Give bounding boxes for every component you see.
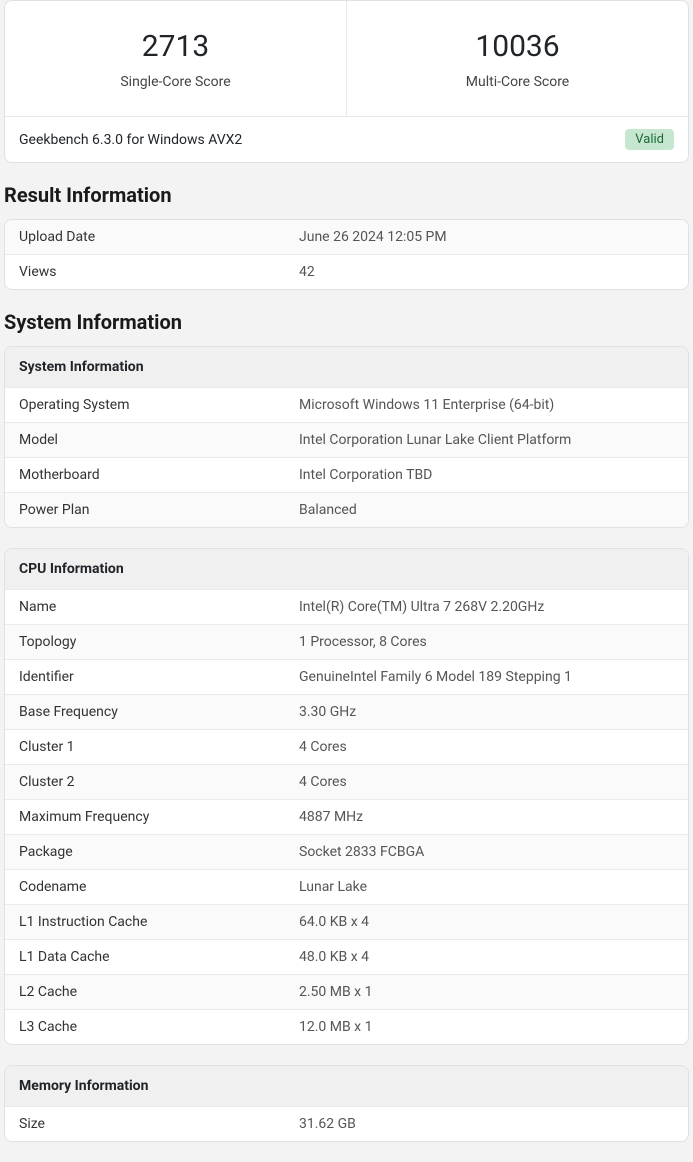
system-information-table: System Information Operating System Micr… (4, 346, 689, 528)
row-key: Cluster 1 (19, 739, 299, 755)
row-key: Codename (19, 879, 299, 895)
table-row: Power Plan Balanced (5, 492, 688, 527)
score-container: 2713 Single-Core Score 10036 Multi-Core … (5, 1, 688, 116)
row-val: Microsoft Windows 11 Enterprise (64-bit) (299, 397, 554, 413)
row-val: 31.62 GB (299, 1116, 356, 1132)
table-row: Size 31.62 GB (5, 1106, 688, 1141)
single-core-score-label: Single-Core Score (25, 74, 326, 90)
memory-information-table: Memory Information Size 31.62 GB (4, 1065, 689, 1142)
row-val: 4887 MHz (299, 809, 363, 825)
table-row: Model Intel Corporation Lunar Lake Clien… (5, 422, 688, 457)
row-val: Balanced (299, 502, 357, 518)
row-val: Socket 2833 FCBGA (299, 844, 424, 860)
row-key: Views (19, 264, 299, 280)
table-header: Memory Information (5, 1066, 688, 1106)
valid-badge: Valid (625, 129, 674, 150)
row-key: Maximum Frequency (19, 809, 299, 825)
row-key: Topology (19, 634, 299, 650)
row-val: June 26 2024 12:05 PM (299, 229, 447, 245)
row-val: Lunar Lake (299, 879, 367, 895)
row-val: Intel Corporation Lunar Lake Client Plat… (299, 432, 571, 448)
table-header: CPU Information (5, 549, 688, 589)
row-val: 2.50 MB x 1 (299, 984, 372, 1000)
table-row: Identifier GenuineIntel Family 6 Model 1… (5, 659, 688, 694)
table-row: L3 Cache 12.0 MB x 1 (5, 1009, 688, 1044)
multi-core-score-value: 10036 (367, 29, 668, 64)
row-key: Size (19, 1116, 299, 1132)
table-row: Cluster 2 4 Cores (5, 764, 688, 799)
row-val: 3.30 GHz (299, 704, 356, 720)
row-val: GenuineIntel Family 6 Model 189 Stepping… (299, 669, 572, 685)
row-key: Cluster 2 (19, 774, 299, 790)
table-row: Operating System Microsoft Windows 11 En… (5, 387, 688, 422)
cpu-information-table: CPU Information Name Intel(R) Core(TM) U… (4, 548, 689, 1045)
row-key: L3 Cache (19, 1019, 299, 1035)
row-val: 48.0 KB x 4 (299, 949, 369, 965)
row-key: Package (19, 844, 299, 860)
row-val: 4 Cores (299, 739, 347, 755)
multi-core-score-label: Multi-Core Score (367, 74, 668, 90)
single-core-score-value: 2713 (25, 29, 326, 64)
row-key: Upload Date (19, 229, 299, 245)
row-key: L1 Data Cache (19, 949, 299, 965)
row-val: 42 (299, 264, 315, 280)
system-information-heading: System Information (0, 310, 693, 334)
row-key: L1 Instruction Cache (19, 914, 299, 930)
table-header: System Information (5, 347, 688, 387)
single-core-score-box: 2713 Single-Core Score (5, 1, 347, 116)
row-val: Intel(R) Core(TM) Ultra 7 268V 2.20GHz (299, 599, 544, 615)
table-row: Codename Lunar Lake (5, 869, 688, 904)
table-row: Topology 1 Processor, 8 Cores (5, 624, 688, 659)
table-row: Views 42 (5, 254, 688, 289)
row-val: 4 Cores (299, 774, 347, 790)
table-row: Motherboard Intel Corporation TBD (5, 457, 688, 492)
row-key: Motherboard (19, 467, 299, 483)
row-key: Base Frequency (19, 704, 299, 720)
row-key: Model (19, 432, 299, 448)
row-key: Power Plan (19, 502, 299, 518)
table-row: Cluster 1 4 Cores (5, 729, 688, 764)
table-row: L1 Instruction Cache 64.0 KB x 4 (5, 904, 688, 939)
row-val: Intel Corporation TBD (299, 467, 432, 483)
table-row: Name Intel(R) Core(TM) Ultra 7 268V 2.20… (5, 589, 688, 624)
row-val: 12.0 MB x 1 (299, 1019, 372, 1035)
multi-core-score-box: 10036 Multi-Core Score (347, 1, 688, 116)
table-row: L1 Data Cache 48.0 KB x 4 (5, 939, 688, 974)
row-val: 64.0 KB x 4 (299, 914, 369, 930)
result-information-table: Upload Date June 26 2024 12:05 PM Views … (4, 219, 689, 290)
result-information-heading: Result Information (0, 183, 693, 207)
version-text: Geekbench 6.3.0 for Windows AVX2 (19, 132, 242, 148)
table-row: Package Socket 2833 FCBGA (5, 834, 688, 869)
table-row: L2 Cache 2.50 MB x 1 (5, 974, 688, 1009)
table-row: Maximum Frequency 4887 MHz (5, 799, 688, 834)
table-row: Base Frequency 3.30 GHz (5, 694, 688, 729)
row-key: Name (19, 599, 299, 615)
table-row: Upload Date June 26 2024 12:05 PM (5, 220, 688, 254)
row-val: 1 Processor, 8 Cores (299, 634, 427, 650)
row-key: L2 Cache (19, 984, 299, 1000)
row-key: Operating System (19, 397, 299, 413)
version-row: Geekbench 6.3.0 for Windows AVX2 Valid (5, 116, 688, 162)
score-card: 2713 Single-Core Score 10036 Multi-Core … (4, 0, 689, 163)
row-key: Identifier (19, 669, 299, 685)
